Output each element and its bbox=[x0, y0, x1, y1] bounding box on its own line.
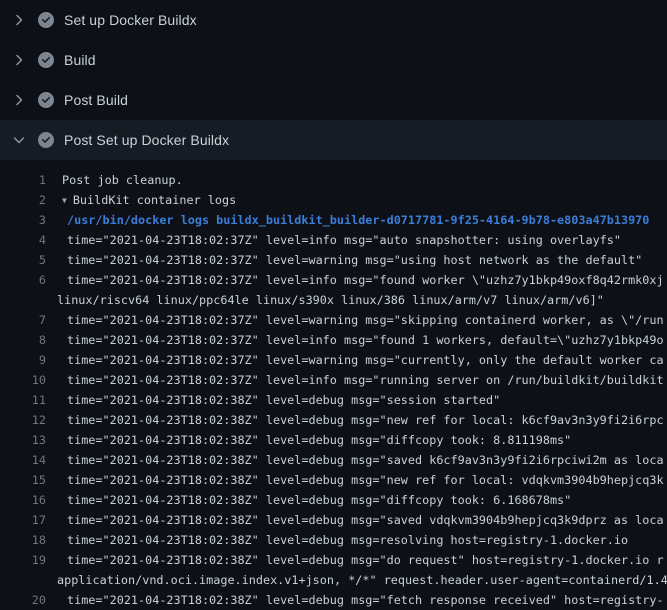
log-line-wrap-continuation[interactable]: application/vnd.oci.image.index.v1+json,… bbox=[0, 570, 667, 590]
log-line[interactable]: 13 time="2021-04-23T18:02:38Z" level=deb… bbox=[0, 430, 667, 450]
log-line-text: time="2021-04-23T18:02:37Z" level=warnin… bbox=[67, 350, 664, 370]
log-line[interactable]: 6 time="2021-04-23T18:02:37Z" level=info… bbox=[0, 270, 667, 290]
log-line-number: 16 bbox=[0, 490, 46, 510]
log-line-text: ▼ BuildKit container logs bbox=[62, 190, 236, 210]
step-row-build[interactable]: Build bbox=[0, 40, 667, 80]
log-line[interactable]: 1 Post job cleanup. bbox=[0, 170, 667, 190]
log-line-number: 11 bbox=[0, 390, 46, 410]
log-line-command[interactable]: 3 /usr/bin/docker logs buildx_buildkit_b… bbox=[0, 210, 667, 230]
check-circle-icon bbox=[38, 52, 54, 68]
log-line[interactable]: 19 time="2021-04-23T18:02:38Z" level=deb… bbox=[0, 550, 667, 570]
log-line-group-header[interactable]: 2 ▼ BuildKit container logs bbox=[0, 190, 667, 210]
log-line-text: application/vnd.oci.image.index.v1+json,… bbox=[57, 570, 667, 590]
log-line-text: time="2021-04-23T18:02:38Z" level=debug … bbox=[67, 550, 664, 570]
log-group-title: BuildKit container logs bbox=[73, 193, 236, 207]
log-line-number: 20 bbox=[0, 590, 46, 610]
log-line[interactable]: 8 time="2021-04-23T18:02:37Z" level=info… bbox=[0, 330, 667, 350]
log-line-wrap-continuation[interactable]: linux/riscv64 linux/ppc64le linux/s390x … bbox=[0, 290, 667, 310]
log-line-number: 9 bbox=[0, 350, 46, 370]
log-line-text: time="2021-04-23T18:02:38Z" level=debug … bbox=[67, 510, 664, 530]
log-line-text: linux/riscv64 linux/ppc64le linux/s390x … bbox=[57, 290, 604, 310]
log-line-number: 7 bbox=[0, 310, 46, 330]
log-line-text: time="2021-04-23T18:02:37Z" level=info m… bbox=[67, 330, 664, 350]
log-line[interactable]: 4 time="2021-04-23T18:02:37Z" level=info… bbox=[0, 230, 667, 250]
log-line-number: 2 bbox=[0, 190, 46, 210]
log-line-number: 19 bbox=[0, 550, 46, 570]
log-line-text: time="2021-04-23T18:02:38Z" level=debug … bbox=[67, 430, 571, 450]
log-line-number: 4 bbox=[0, 230, 46, 250]
step-label: Build bbox=[64, 52, 96, 68]
log-line[interactable]: 7 time="2021-04-23T18:02:37Z" level=warn… bbox=[0, 310, 667, 330]
steps-list: Set up Docker Buildx Build Post Build Po… bbox=[0, 0, 667, 160]
log-line[interactable]: 9 time="2021-04-23T18:02:37Z" level=warn… bbox=[0, 350, 667, 370]
check-circle-icon bbox=[38, 132, 54, 148]
log-line-text: time="2021-04-23T18:02:38Z" level=debug … bbox=[67, 590, 664, 610]
log-line[interactable]: 10 time="2021-04-23T18:02:37Z" level=inf… bbox=[0, 370, 667, 390]
log-line-text: time="2021-04-23T18:02:37Z" level=info m… bbox=[67, 270, 664, 290]
log-line[interactable]: 14 time="2021-04-23T18:02:38Z" level=deb… bbox=[0, 450, 667, 470]
log-line-number: 3 bbox=[0, 210, 46, 230]
log-line-number: 14 bbox=[0, 450, 46, 470]
check-circle-icon bbox=[38, 12, 54, 28]
log-line-number: 5 bbox=[0, 250, 46, 270]
log-command-text: /usr/bin/docker logs buildx_buildkit_bui… bbox=[67, 210, 649, 230]
check-circle-icon bbox=[38, 92, 54, 108]
chevron-right-icon[interactable] bbox=[11, 52, 27, 68]
step-label: Post Set up Docker Buildx bbox=[64, 132, 229, 148]
log-line[interactable]: 5 time="2021-04-23T18:02:37Z" level=warn… bbox=[0, 250, 667, 270]
log-viewer: 1 Post job cleanup. 2 ▼ BuildKit containe… bbox=[0, 160, 667, 610]
log-line[interactable]: 20 time="2021-04-23T18:02:38Z" level=deb… bbox=[0, 590, 667, 610]
log-line-text: time="2021-04-23T18:02:38Z" level=debug … bbox=[67, 490, 571, 510]
log-line-text: time="2021-04-23T18:02:38Z" level=debug … bbox=[67, 390, 500, 410]
log-line-text: Post job cleanup. bbox=[62, 170, 183, 190]
log-line-text: time="2021-04-23T18:02:37Z" level=warnin… bbox=[67, 310, 664, 330]
log-line-number: 1 bbox=[0, 170, 46, 190]
log-line-number: 6 bbox=[0, 270, 46, 290]
step-row-post-build[interactable]: Post Build bbox=[0, 80, 667, 120]
log-line-number: 12 bbox=[0, 410, 46, 430]
log-line-number: 8 bbox=[0, 330, 46, 350]
log-line-text: time="2021-04-23T18:02:38Z" level=debug … bbox=[67, 470, 664, 490]
log-line[interactable]: 18 time="2021-04-23T18:02:38Z" level=deb… bbox=[0, 530, 667, 550]
log-line-text: time="2021-04-23T18:02:38Z" level=debug … bbox=[67, 530, 628, 550]
log-line-number: 18 bbox=[0, 530, 46, 550]
step-label: Post Build bbox=[64, 92, 128, 108]
log-line-number: 13 bbox=[0, 430, 46, 450]
log-line[interactable]: 15 time="2021-04-23T18:02:38Z" level=deb… bbox=[0, 470, 667, 490]
log-line[interactable]: 16 time="2021-04-23T18:02:38Z" level=deb… bbox=[0, 490, 667, 510]
group-collapse-triangle-icon[interactable]: ▼ bbox=[62, 191, 67, 210]
log-line-number: 17 bbox=[0, 510, 46, 530]
log-line-text: time="2021-04-23T18:02:38Z" level=debug … bbox=[67, 450, 664, 470]
chevron-right-icon[interactable] bbox=[11, 12, 27, 28]
log-line-number bbox=[0, 570, 46, 590]
log-line-number: 15 bbox=[0, 470, 46, 490]
log-line[interactable]: 12 time="2021-04-23T18:02:38Z" level=deb… bbox=[0, 410, 667, 430]
step-label: Set up Docker Buildx bbox=[64, 12, 197, 28]
step-row-post-set-up-docker-buildx[interactable]: Post Set up Docker Buildx bbox=[0, 120, 667, 160]
log-line-text: time="2021-04-23T18:02:38Z" level=debug … bbox=[67, 410, 664, 430]
log-line[interactable]: 11 time="2021-04-23T18:02:38Z" level=deb… bbox=[0, 390, 667, 410]
log-line[interactable]: 17 time="2021-04-23T18:02:38Z" level=deb… bbox=[0, 510, 667, 530]
log-line-text: time="2021-04-23T18:02:37Z" level=info m… bbox=[67, 230, 621, 250]
log-line-text: time="2021-04-23T18:02:37Z" level=info m… bbox=[67, 370, 664, 390]
log-line-text: time="2021-04-23T18:02:37Z" level=warnin… bbox=[67, 250, 642, 270]
log-line-number bbox=[0, 290, 46, 310]
chevron-down-icon[interactable] bbox=[11, 132, 27, 148]
step-row-set-up-docker-buildx[interactable]: Set up Docker Buildx bbox=[0, 0, 667, 40]
log-line-number: 10 bbox=[0, 370, 46, 390]
chevron-right-icon[interactable] bbox=[11, 92, 27, 108]
